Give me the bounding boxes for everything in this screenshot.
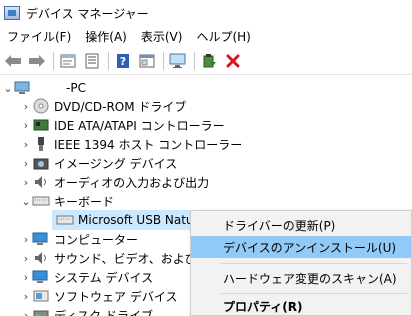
expand-chevron-icon[interactable]: › (20, 96, 32, 116)
tree-item-ieee-1394[interactable]: › IEEE 1394 ホスト コントローラー (20, 134, 412, 154)
view-list-icon (85, 53, 99, 69)
menu-action[interactable]: 操作(A) (78, 26, 134, 48)
menu-bar: ファイル(F) 操作(A) 表示(V) ヘルプ(H) (0, 26, 412, 48)
tree-item-label: オーディオの入力および出力 (54, 175, 210, 190)
tree-item-audio-io[interactable]: › オーディオの入力および出力 (20, 172, 412, 192)
keyboard-icon (56, 212, 74, 228)
properties-button[interactable] (57, 50, 79, 72)
dvd-drive-icon (32, 98, 50, 114)
menu-item-properties[interactable]: プロパティ(R) (191, 295, 411, 316)
toolbar-separator (194, 52, 195, 70)
uninstall-x-icon (226, 54, 240, 68)
toolbar-separator (53, 52, 54, 70)
collapse-chevron-icon[interactable]: ⌄ (20, 191, 32, 211)
computer-icon (32, 231, 50, 247)
expand-chevron-icon[interactable]: › (20, 229, 32, 249)
expand-chevron-icon[interactable]: › (20, 172, 32, 192)
expand-chevron-icon[interactable]: › (20, 115, 32, 135)
title-bar: デバイス マネージャー (0, 0, 412, 26)
menu-item-update-driver[interactable]: ドライバーの更新(P) (191, 214, 411, 236)
tree-item-ide-ata-atapi[interactable]: › IDE ATA/ATAPI コントローラー (20, 115, 412, 135)
toolbar-divider (0, 74, 412, 75)
menu-separator (221, 263, 407, 264)
window-title: デバイス マネージャー (26, 6, 149, 21)
tree-item-label: イメージング デバイス (54, 156, 178, 171)
tree-item-dvd-cd-rom[interactable]: › DVD/CD-ROM ドライブ (20, 96, 412, 116)
keyboard-icon (32, 193, 50, 209)
ide-controller-icon (32, 117, 50, 133)
camera-icon (32, 155, 50, 171)
menu-item-scan-hardware-changes[interactable]: ハードウェア変更のスキャン(A) (191, 267, 411, 289)
disk-drive-icon (32, 307, 50, 316)
panel-icon (139, 54, 155, 68)
scan-hardware-button[interactable] (167, 50, 189, 72)
menu-item-uninstall-device[interactable]: デバイスのアンインストール(U) (191, 236, 411, 258)
menu-help[interactable]: ヘルプ(H) (189, 26, 257, 48)
monitor-scan-icon (169, 53, 186, 68)
sound-icon (32, 250, 50, 266)
tree-item-label: IEEE 1394 ホスト コントローラー (54, 137, 243, 152)
software-device-icon (32, 288, 50, 304)
update-driver-button[interactable] (198, 50, 220, 72)
menu-view[interactable]: 表示(V) (134, 26, 190, 48)
tree-root-label: -PC (66, 81, 86, 95)
device-manager-app-icon (4, 6, 20, 20)
tree-item-label: IDE ATA/ATAPI コントローラー (54, 118, 225, 133)
tree-item-label: ソフトウェア デバイス (54, 289, 178, 304)
view-button[interactable] (81, 50, 103, 72)
menu-file[interactable]: ファイル(F) (0, 26, 78, 48)
back-button[interactable] (2, 50, 24, 72)
tree-item-keyboards[interactable]: ⌄ キーボード (20, 191, 412, 211)
properties-sheet-icon (60, 54, 76, 68)
collapse-chevron-icon[interactable]: ⌄ (2, 78, 14, 98)
toolbar-separator (163, 52, 164, 70)
toolbar: ? (0, 48, 412, 74)
tree-item-label: DVD/CD-ROM ドライブ (54, 99, 187, 114)
tree-item-imaging-devices[interactable]: › イメージング デバイス (20, 153, 412, 173)
tree-item-label: コンピューター (54, 232, 139, 247)
update-driver-icon (203, 54, 216, 68)
ieee1394-controller-icon (32, 136, 50, 152)
forward-arrow-icon (29, 55, 45, 67)
expand-chevron-icon[interactable]: › (20, 286, 32, 306)
tree-root[interactable]: ⌄ -PC (2, 78, 412, 98)
svg-text:?: ? (120, 55, 126, 68)
uninstall-button[interactable] (222, 50, 244, 72)
speaker-icon (32, 174, 50, 190)
expand-chevron-icon[interactable]: › (20, 305, 32, 316)
context-menu: ドライバーの更新(P) デバイスのアンインストール(U) ハードウェア変更のスキ… (190, 210, 412, 316)
expand-chevron-icon[interactable]: › (20, 248, 32, 268)
expand-chevron-icon[interactable]: › (20, 153, 32, 173)
menu-separator (221, 293, 407, 294)
toolbar-separator (108, 52, 109, 70)
system-device-icon (32, 269, 50, 285)
help-button[interactable]: ? (112, 50, 134, 72)
forward-button[interactable] (26, 50, 48, 72)
computer-icon (14, 80, 32, 96)
back-arrow-icon (5, 55, 21, 67)
tree-item-label: システム デバイス (54, 270, 154, 285)
tree-item-label: キーボード (54, 194, 115, 209)
panel-button[interactable] (136, 50, 158, 72)
expand-chevron-icon[interactable]: › (20, 267, 32, 287)
expand-chevron-icon[interactable]: › (20, 134, 32, 154)
tree-item-label: ディスク ドライブ (54, 308, 153, 316)
help-icon: ? (117, 54, 129, 68)
